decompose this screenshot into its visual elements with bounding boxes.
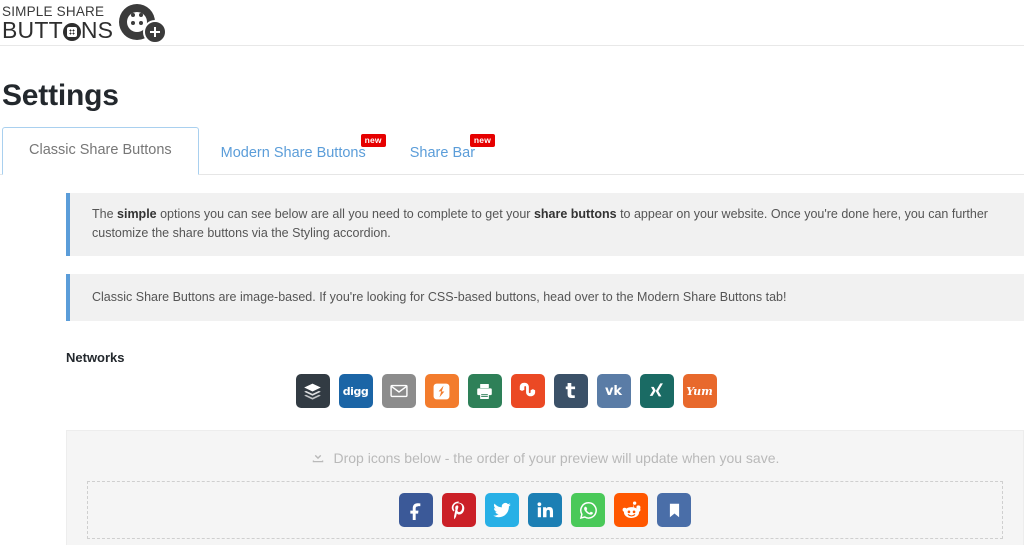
- logo[interactable]: SIMPLE SHARE BUTT NS: [2, 1, 171, 45]
- network-icon-email[interactable]: [381, 374, 416, 409]
- tab-label: Classic Share Buttons: [29, 141, 172, 158]
- stumbleupon-icon: [517, 380, 539, 402]
- settings-content: The simple options you can see below are…: [0, 193, 1024, 545]
- reddit-icon: [621, 500, 642, 521]
- digg-icon: digg: [342, 384, 369, 398]
- network-icon-stumbleupon[interactable]: [510, 374, 545, 409]
- logo-buttons-pre: BUTT: [2, 17, 63, 44]
- tumblr-icon: t: [565, 378, 576, 403]
- download-icon: [311, 450, 325, 467]
- logo-wordmark: SIMPLE SHARE BUTT NS: [2, 3, 113, 43]
- selected-icon-bookmark[interactable]: [657, 493, 691, 528]
- vk-icon: vk: [604, 383, 623, 399]
- bookmark-icon: [666, 502, 683, 519]
- drop-hint-label: Drop icons below - the order of your pre…: [333, 450, 780, 467]
- info-notice-simple-options: The simple options you can see below are…: [66, 193, 1024, 256]
- pinterest-icon: [449, 500, 469, 520]
- selected-icon-linkedin[interactable]: [528, 493, 562, 528]
- tab-modern-share-buttons[interactable]: Modern Share Buttons new: [199, 133, 388, 174]
- email-icon: [389, 381, 409, 401]
- print-icon: [475, 382, 494, 401]
- xing-icon: [648, 382, 666, 400]
- network-icon-buffer[interactable]: [295, 374, 330, 409]
- tab-new-badge: new: [469, 133, 496, 148]
- selected-icon-pinterest[interactable]: [442, 493, 476, 528]
- notice-text: Classic Share Buttons are image-based. I…: [92, 289, 787, 304]
- selected-icon-whatsapp[interactable]: [571, 493, 605, 528]
- network-icon-print[interactable]: [467, 374, 502, 409]
- network-icon-digg[interactable]: digg: [338, 374, 373, 409]
- page-title: Settings: [2, 79, 119, 112]
- site-header: SIMPLE SHARE BUTT NS: [0, 0, 1024, 46]
- facebook-icon: [406, 500, 426, 521]
- notice-text: The simple options you can see below are…: [92, 207, 988, 241]
- tab-label: Share Bar: [409, 144, 476, 161]
- selected-icon-twitter[interactable]: [485, 493, 519, 528]
- tab-classic-share-buttons[interactable]: Classic Share Buttons: [2, 126, 199, 175]
- settings-tabs: Classic Share Buttons Modern Share Butto…: [0, 126, 1024, 175]
- available-networks-row: digg t vk Yum: [0, 374, 1024, 409]
- logo-buttons-post: NS: [80, 17, 114, 44]
- logo-button-holes-icon: [131, 12, 144, 25]
- selected-icon-reddit[interactable]: [614, 493, 648, 528]
- logo-button-o-icon: [62, 23, 81, 42]
- buffer-icon: [303, 382, 322, 401]
- network-icon-yummly[interactable]: Yum: [682, 374, 717, 409]
- logo-line-simple-share: SIMPLE SHARE: [2, 3, 105, 19]
- logo-line-buttons: BUTT NS: [2, 19, 113, 42]
- selected-icon-facebook[interactable]: [399, 493, 433, 528]
- linkedin-icon: [536, 501, 554, 519]
- drop-hint: Drop icons below - the order of your pre…: [87, 447, 1003, 481]
- whatsapp-icon: [578, 500, 599, 521]
- tab-share-bar[interactable]: Share Bar new: [388, 133, 497, 174]
- twitter-icon: [492, 500, 512, 520]
- hacker-news-icon: [432, 382, 451, 401]
- network-icon-tumblr[interactable]: t: [553, 374, 588, 409]
- selected-networks-dropzone[interactable]: [87, 481, 1003, 540]
- logo-plus-icon: [143, 19, 168, 44]
- yummly-icon: Yum: [686, 384, 713, 398]
- network-icon-vk[interactable]: vk: [596, 374, 631, 409]
- info-notice-image-based: Classic Share Buttons are image-based. I…: [66, 273, 1024, 322]
- logo-button-mark-icon: [119, 1, 171, 45]
- tab-label: Modern Share Buttons: [220, 144, 366, 161]
- network-icon-hackernews[interactable]: [424, 374, 459, 409]
- network-icon-xing[interactable]: [639, 374, 674, 409]
- drop-panel: Drop icons below - the order of your pre…: [66, 430, 1024, 545]
- tab-new-badge: new: [360, 133, 386, 148]
- networks-heading: Networks: [66, 350, 125, 366]
